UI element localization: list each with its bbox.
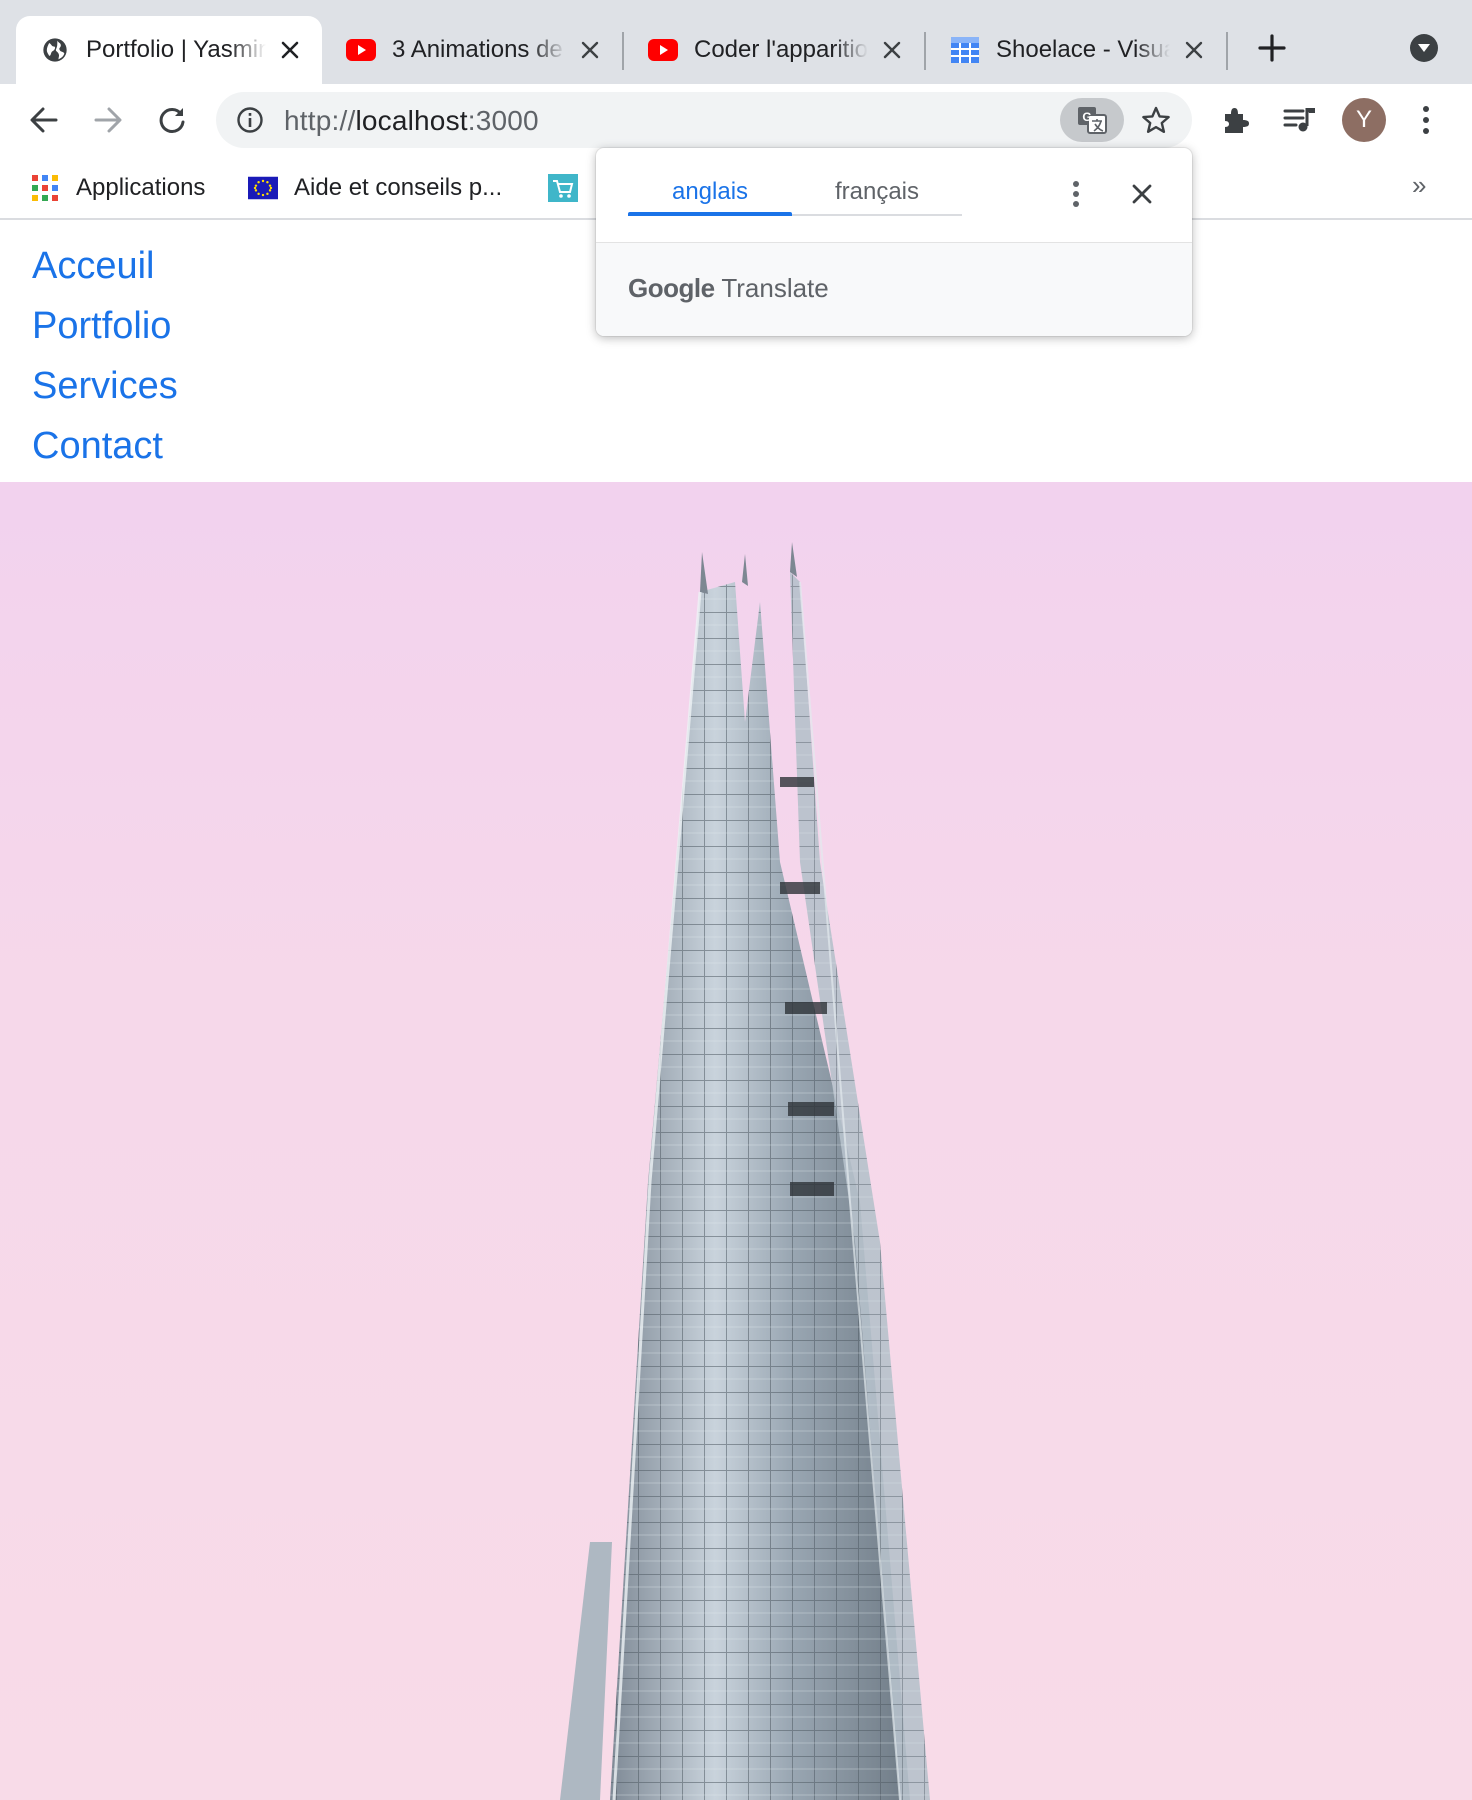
target-language-tab[interactable]: français	[792, 168, 962, 216]
bookmark-star-icon[interactable]	[1138, 102, 1174, 138]
browser-toolbar: http://localhost:3000 G Y	[0, 84, 1472, 156]
language-tabs: anglais français	[628, 168, 962, 216]
back-arrow-icon[interactable]	[22, 98, 66, 142]
apps-grid-icon	[30, 173, 60, 203]
tab-shoelace[interactable]: Shoelace - Visual	[926, 16, 1226, 84]
active-tab-indicator	[628, 212, 792, 216]
tab-coder-apparition[interactable]: Coder l'apparition	[624, 16, 924, 84]
nav-link-contact[interactable]: Contact	[32, 416, 178, 476]
browser-menu-dots-icon[interactable]	[1404, 98, 1448, 142]
translate-page-icon[interactable]: G	[1060, 98, 1124, 142]
url-port: :3000	[467, 105, 539, 136]
table-icon	[950, 35, 980, 65]
tab-title: 3 Animations de	[392, 36, 563, 63]
google-translate-brand: Google Translate	[628, 273, 829, 304]
media-playlist-icon[interactable]	[1278, 98, 1322, 142]
bookmark-aide-conseils[interactable]: Aide et conseils p...	[248, 168, 502, 208]
youtube-icon	[346, 35, 376, 65]
bookmark-applications[interactable]: Applications	[30, 168, 205, 208]
close-icon[interactable]	[1124, 176, 1160, 212]
nav-link-portfolio[interactable]: Portfolio	[32, 296, 178, 356]
page-content: Acceuil Portfolio Services Contact	[0, 222, 1472, 1800]
nav-link-acceuil[interactable]: Acceuil	[32, 236, 178, 296]
shopping-cart-icon	[548, 173, 578, 203]
close-tab-icon[interactable]	[876, 34, 908, 66]
close-tab-icon[interactable]	[274, 34, 306, 66]
source-language-tab[interactable]: anglais	[628, 168, 792, 216]
url-text: http://localhost:3000	[284, 105, 539, 137]
bookmark-shop[interactable]	[548, 168, 578, 208]
translate-options-dots-icon[interactable]	[1060, 176, 1092, 212]
tab-title: Portfolio | Yasmine	[86, 36, 266, 63]
hero-image-skyscraper	[0, 482, 1472, 1800]
close-tab-icon[interactable]	[574, 34, 606, 66]
close-tab-icon[interactable]	[1178, 34, 1210, 66]
url-scheme: http://	[284, 105, 356, 136]
tab-title: Shoelace - Visual	[996, 36, 1170, 63]
site-info-icon[interactable]	[236, 106, 264, 134]
bookmark-label: Aide et conseils p...	[294, 174, 503, 201]
translate-popup: anglais français Google Translate	[596, 148, 1192, 336]
nav-link-services[interactable]: Services	[32, 356, 178, 416]
tab-title: Coder l'apparition	[694, 36, 868, 63]
reload-icon[interactable]	[150, 98, 194, 142]
site-nav: Acceuil Portfolio Services Contact	[32, 236, 178, 476]
skyscraper-illustration	[560, 542, 930, 1800]
extensions-puzzle-icon[interactable]	[1214, 98, 1258, 142]
tab-strip: Portfolio | Yasmine 3 Animations de Code…	[0, 0, 1472, 84]
tab-separator	[1226, 32, 1228, 70]
tab-animations[interactable]: 3 Animations de	[322, 16, 622, 84]
address-bar[interactable]: http://localhost:3000 G	[216, 92, 1192, 148]
brand-translate: Translate	[721, 273, 829, 303]
tab-portfolio[interactable]: Portfolio | Yasmine	[16, 16, 322, 84]
bookmark-label: Applications	[76, 174, 206, 201]
svg-text:G: G	[1082, 110, 1091, 124]
brand-google: Google	[628, 273, 715, 303]
url-host: localhost	[355, 105, 468, 136]
globe-icon	[40, 35, 70, 65]
bookmarks-overflow-chevron[interactable]: »	[1412, 170, 1426, 201]
eu-flag-icon	[248, 173, 278, 203]
profile-avatar[interactable]: Y	[1342, 98, 1386, 142]
youtube-icon	[648, 35, 678, 65]
translate-footer: Google Translate	[596, 242, 1192, 336]
forward-arrow-icon[interactable]	[86, 98, 130, 142]
tab-search-chevron-icon[interactable]	[1410, 34, 1438, 62]
new-tab-plus-icon[interactable]	[1254, 30, 1290, 66]
